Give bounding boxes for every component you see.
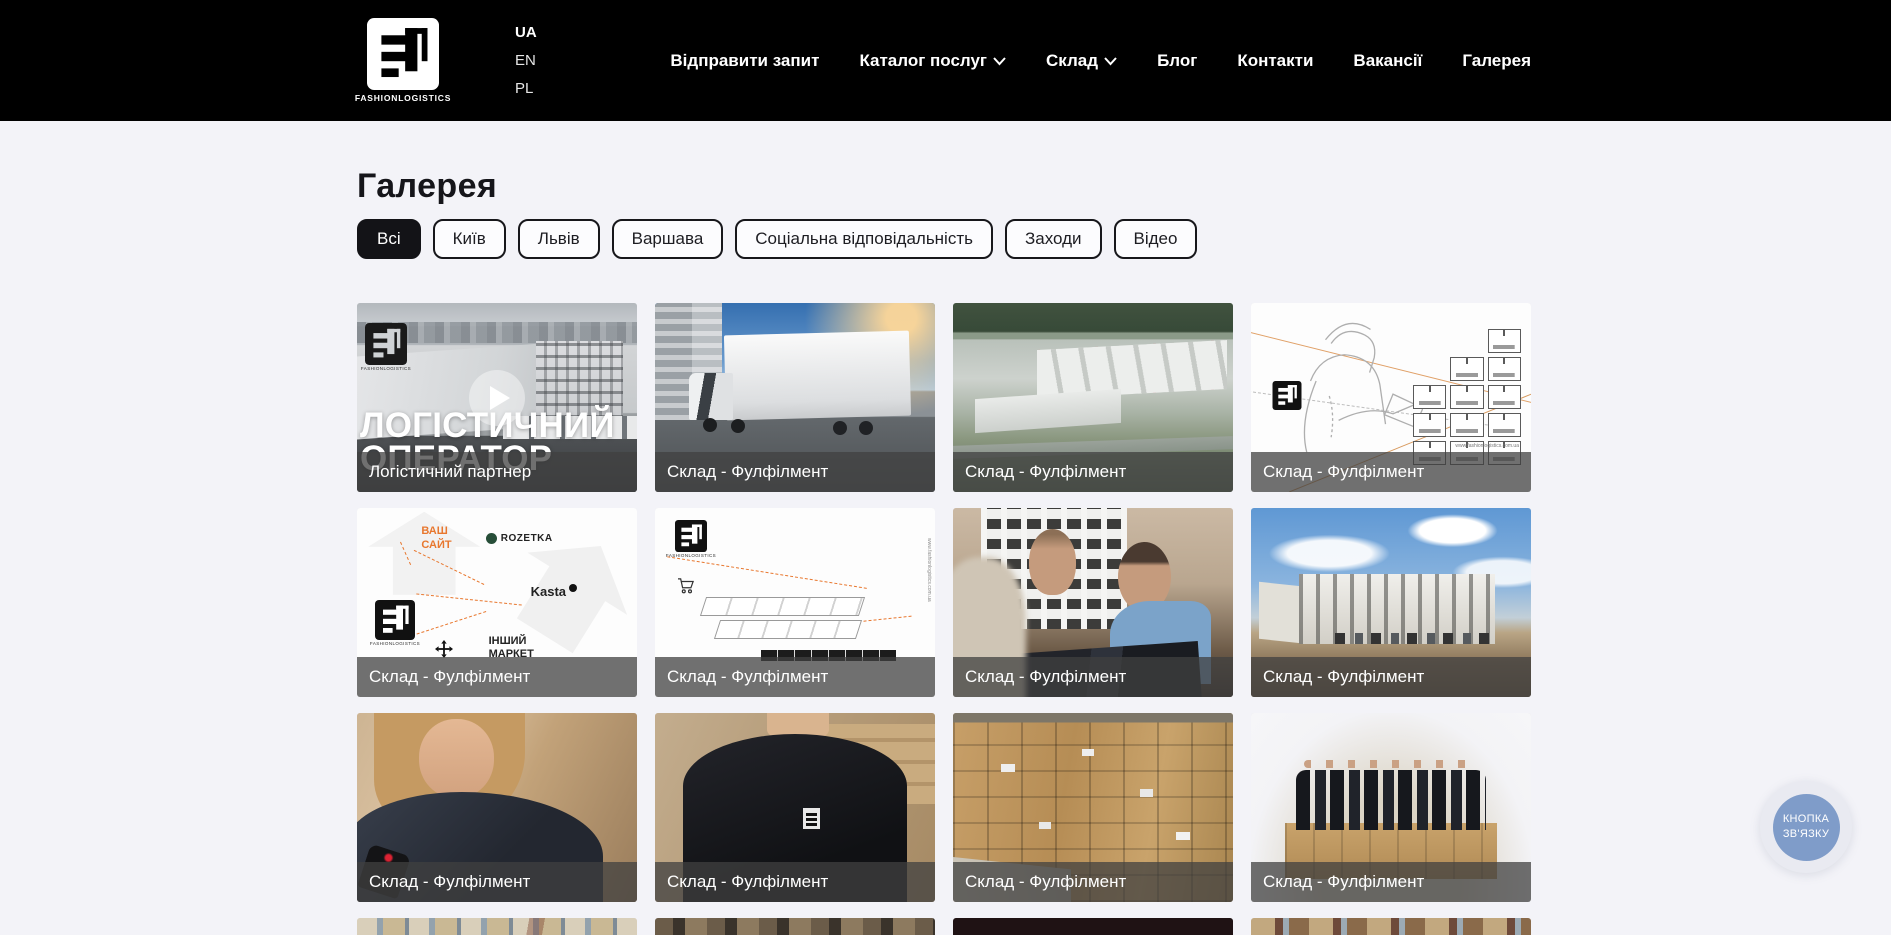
photo-warehouse-shelves xyxy=(1251,918,1531,935)
lang-pl[interactable]: PL xyxy=(515,78,537,99)
logo-wordmark: FASHIONLOGISTICS xyxy=(355,93,451,103)
gallery-item-caption: Склад - Фулфілмент xyxy=(357,657,637,697)
gallery-item-caption: Склад - Фулфілмент xyxy=(655,657,935,697)
watermark-logo: FASHIONLOGISTICS xyxy=(371,600,419,646)
gallery-item-worker-scanner[interactable]: Склад - Фулфілмент xyxy=(357,713,637,902)
page-title: Галерея xyxy=(357,169,1531,203)
lang-ua[interactable]: UA xyxy=(515,22,537,43)
logo[interactable]: FASHIONLOGISTICS xyxy=(357,18,449,103)
gallery-item-boxes[interactable]: Склад - Фулфілмент xyxy=(953,713,1233,902)
fl-logo-patch xyxy=(803,808,820,829)
label-rozetka: ROZETKA xyxy=(486,533,553,544)
filter-all[interactable]: Всі xyxy=(357,219,421,259)
gallery-item-caption: Склад - Фулфілмент xyxy=(953,862,1233,902)
nav-services-catalog[interactable]: Каталог послуг xyxy=(859,51,1006,71)
gallery-item-caption: Склад - Фулфілмент xyxy=(1251,657,1531,697)
nav-warehouse[interactable]: Склад xyxy=(1046,51,1117,71)
watermark-url: www.fashionlogistics.com.ua xyxy=(1455,443,1519,449)
gallery-item-video[interactable]: FASHIONLOGISTICS ЛОГІСТИЧНИЙ ОПЕРАТОР Ло… xyxy=(357,303,637,492)
main-nav: Відправити запит Каталог послуг Склад Бл… xyxy=(670,51,1531,71)
photo-warehouse-racks xyxy=(357,918,637,935)
lang-en[interactable]: EN xyxy=(515,50,537,71)
gallery-item-partial-4[interactable] xyxy=(1251,918,1531,935)
gallery-item-fulfillment-scheme[interactable]: ВАШ САЙТ ROZETKA Kasta ІНШИЙ МАРКЕТ FASH… xyxy=(357,508,637,697)
fashionlogistics-logo-icon xyxy=(374,600,416,640)
label-your-site: ВАШ САЙТ xyxy=(421,525,465,553)
gallery-item-truck[interactable]: Склад - Фулфілмент xyxy=(655,303,935,492)
filter-kyiv[interactable]: Київ xyxy=(433,219,506,259)
nav-blog[interactable]: Блог xyxy=(1157,51,1197,71)
kasta-logo-icon xyxy=(569,584,577,592)
gallery-item-aerial-park[interactable]: Склад - Фулфілмент xyxy=(953,303,1233,492)
gallery-item-caption: Склад - Фулфілмент xyxy=(1251,862,1531,902)
gallery-item-caption: Склад - Фулфілмент xyxy=(655,862,935,902)
nav-send-request[interactable]: Відправити запит xyxy=(670,51,819,71)
chevron-down-icon xyxy=(1104,57,1117,66)
gallery-item-worker-polo[interactable]: Склад - Фулфілмент xyxy=(655,713,935,902)
play-button[interactable] xyxy=(469,370,525,426)
filter-video[interactable]: Відео xyxy=(1114,219,1198,259)
watermark-logo xyxy=(1269,381,1305,410)
filter-warsaw[interactable]: Варшава xyxy=(612,219,724,259)
gallery-item-caption: Логістичний партнер xyxy=(357,452,637,492)
label-kasta: Kasta xyxy=(531,584,577,599)
gallery-item-caption: Склад - Фулфілмент xyxy=(357,862,637,902)
nav-vacancies[interactable]: Вакансії xyxy=(1353,51,1422,71)
rozetka-logo-icon xyxy=(486,533,497,544)
gallery-item-team-photo[interactable]: Склад - Фулфілмент xyxy=(1251,713,1531,902)
move-cursor-icon xyxy=(435,640,453,658)
fashionlogistics-logo-icon xyxy=(364,323,408,365)
filter-bar: Всі Київ Львів Варшава Соціальна відпові… xyxy=(357,219,1531,259)
watermark-url: www.fashionlogistics.com.ua xyxy=(926,538,932,602)
filter-lviv[interactable]: Львів xyxy=(518,219,600,259)
play-icon xyxy=(490,386,510,410)
watermark-logo: FASHIONLOGISTICS xyxy=(671,520,711,558)
gallery-item-caption: Склад - Фулфілмент xyxy=(1251,452,1531,492)
nav-gallery[interactable]: Галерея xyxy=(1462,51,1531,71)
page: FASHIONLOGISTICS UA EN PL Відправити зап… xyxy=(0,0,1891,935)
nav-contacts[interactable]: Контакти xyxy=(1237,51,1313,71)
photo-warehouse-worker xyxy=(655,918,935,935)
gallery-grid: FASHIONLOGISTICS ЛОГІСТИЧНИЙ ОПЕРАТОР Ло… xyxy=(357,303,1531,935)
gallery-item-team-meeting[interactable]: Склад - Фулфілмент xyxy=(953,508,1233,697)
language-switcher: UA EN PL xyxy=(515,22,537,99)
gallery-page: Галерея Всі Київ Львів Варшава Соціальна… xyxy=(357,169,1531,935)
fashionlogistics-logo-icon xyxy=(365,18,441,90)
photo-dark-scene xyxy=(953,918,1233,935)
shopping-cart-icon xyxy=(677,578,695,594)
contact-button-label: КНОПКА ЗВ'ЯЗКУ xyxy=(1773,794,1840,861)
header: FASHIONLOGISTICS UA EN PL Відправити зап… xyxy=(0,0,1891,121)
chevron-down-icon xyxy=(993,57,1006,66)
watermark-logo: FASHIONLOGISTICS xyxy=(360,323,412,371)
filter-social-responsibility[interactable]: Соціальна відповідальність xyxy=(735,219,993,259)
fashionlogistics-logo-icon xyxy=(674,520,708,552)
gallery-item-caption: Склад - Фулфілмент xyxy=(655,452,935,492)
gallery-item-caption: Склад - Фулфілмент xyxy=(953,657,1233,697)
contact-button[interactable]: КНОПКА ЗВ'ЯЗКУ xyxy=(1760,781,1852,873)
gallery-item-partial-1[interactable] xyxy=(357,918,637,935)
gallery-item-worker-sketch[interactable]: www.fashionlogistics.com.ua Склад - Фулф… xyxy=(1251,303,1531,492)
gallery-item-caption: Склад - Фулфілмент xyxy=(953,452,1233,492)
filter-events[interactable]: Заходи xyxy=(1005,219,1102,259)
gallery-item-partial-3[interactable] xyxy=(953,918,1233,935)
fashionlogistics-logo-icon xyxy=(1272,381,1302,410)
gallery-item-warehouse-scheme[interactable]: FASHIONLOGISTICS www.fashionlogistics.co… xyxy=(655,508,935,697)
gallery-item-partial-2[interactable] xyxy=(655,918,935,935)
gallery-item-warehouse-building[interactable]: Склад - Фулфілмент xyxy=(1251,508,1531,697)
